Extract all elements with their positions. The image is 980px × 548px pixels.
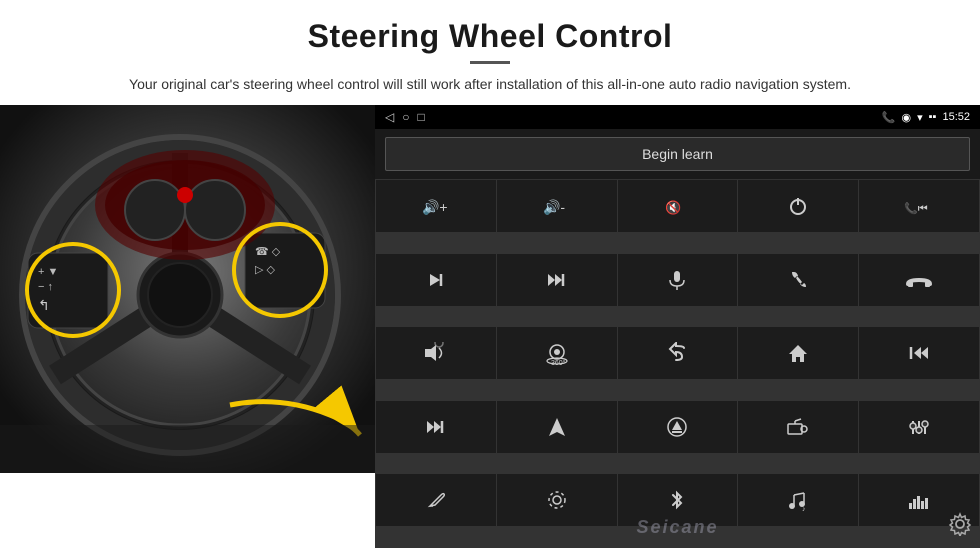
fast-forward-button[interactable]: [497, 254, 617, 306]
title-divider: [470, 61, 510, 64]
phone-icon: 📞: [882, 111, 896, 124]
nav-button[interactable]: [497, 401, 617, 453]
pen-button[interactable]: [376, 474, 496, 526]
mute-button[interactable]: 🔇: [618, 180, 738, 232]
hang-up-button[interactable]: [859, 254, 979, 306]
svg-text:🔊+: 🔊+: [422, 198, 448, 216]
vol-up-button[interactable]: 🔊+: [376, 180, 496, 232]
android-panel: ◁ ○ □ 📞 ◉ ▾ ▪▪ 15:52 Begin learn: [375, 105, 980, 548]
home-button[interactable]: [738, 327, 858, 379]
bluetooth-button[interactable]: [618, 474, 738, 526]
svg-text:♪: ♪: [802, 506, 806, 511]
equalizer-button[interactable]: [859, 401, 979, 453]
begin-learn-row: Begin learn: [375, 129, 980, 179]
header-section: Steering Wheel Control Your original car…: [0, 0, 980, 105]
prev-prev-button[interactable]: [859, 327, 979, 379]
status-bar-right: 📞 ◉ ▾ ▪▪ 15:52: [882, 111, 970, 124]
image-panel: + ▼ − ↑ ↰ ☎ ◇ ▷ ◇: [0, 105, 375, 473]
subtitle: Your original car's steering wheel contr…: [80, 74, 900, 95]
svg-text:+ ▼: + ▼: [38, 266, 58, 278]
battery-icon: ▪▪: [929, 111, 937, 123]
page-wrapper: Steering Wheel Control Your original car…: [0, 0, 980, 548]
camera360-button[interactable]: 360°: [497, 327, 617, 379]
call-prev-button[interactable]: 📞⏮: [859, 180, 979, 232]
location-icon: ◉: [902, 111, 912, 124]
begin-learn-button[interactable]: Begin learn: [385, 137, 970, 171]
svg-text:📞⏮: 📞⏮: [904, 201, 928, 215]
recent-nav-icon[interactable]: □: [417, 110, 424, 124]
status-bar-left: ◁ ○ □: [385, 110, 425, 124]
svg-text:− ↑: − ↑: [38, 281, 53, 293]
power-button[interactable]: [738, 180, 858, 232]
home-nav-icon[interactable]: ○: [402, 110, 409, 124]
music-button[interactable]: ♪: [738, 474, 858, 526]
status-bar: ◁ ○ □ 📞 ◉ ▾ ▪▪ 15:52: [375, 105, 980, 129]
back-button[interactable]: [618, 327, 738, 379]
mic-button[interactable]: [618, 254, 738, 306]
vol-down-button[interactable]: 🔊-: [497, 180, 617, 232]
svg-text:☎ ◇: ☎ ◇: [255, 246, 281, 258]
svg-text:↰: ↰: [38, 297, 50, 313]
svg-text:360°: 360°: [551, 359, 566, 365]
svg-text:▷ ◇: ▷ ◇: [255, 264, 276, 276]
gear-icon-corner[interactable]: [948, 512, 972, 542]
phone-button[interactable]: [738, 254, 858, 306]
svg-text:🔊-: 🔊-: [543, 198, 565, 216]
fast-next-button[interactable]: [376, 401, 496, 453]
content-section: + ▼ − ↑ ↰ ☎ ◇ ▷ ◇: [0, 105, 980, 548]
steering-wheel-image: + ▼ − ↑ ↰ ☎ ◇ ▷ ◇: [0, 105, 375, 473]
button-grid: 🔊+ 🔊- 🔇 📞: [375, 179, 980, 548]
svg-text:🔇: 🔇: [665, 200, 681, 215]
eject-button[interactable]: [618, 401, 738, 453]
wifi-icon: ▾: [917, 111, 923, 124]
settings-button[interactable]: [497, 474, 617, 526]
back-nav-icon[interactable]: ◁: [385, 110, 394, 124]
next-track-button[interactable]: [376, 254, 496, 306]
page-title: Steering Wheel Control: [60, 18, 920, 55]
speaker-button[interactable]: [376, 327, 496, 379]
time-display: 15:52: [942, 111, 970, 123]
radio-button[interactable]: [738, 401, 858, 453]
